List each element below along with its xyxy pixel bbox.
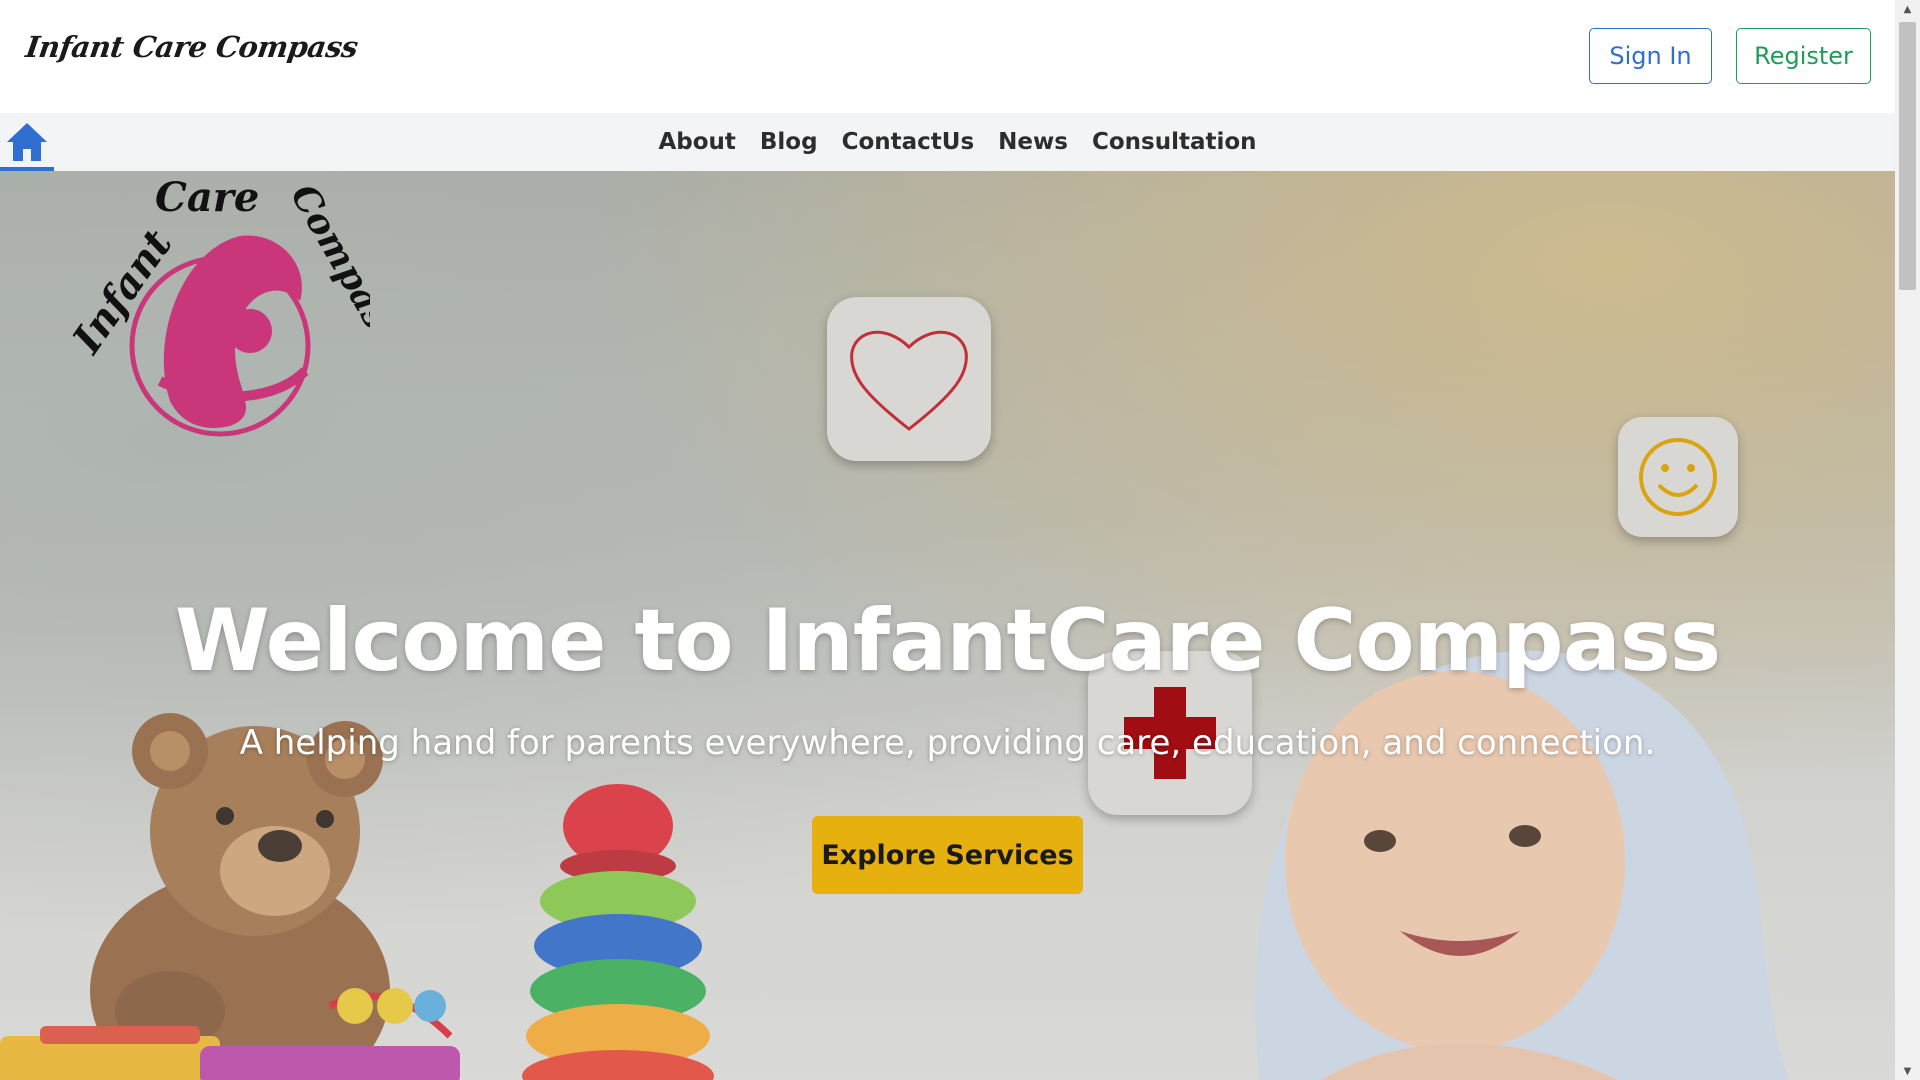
nav-about[interactable]: About (658, 129, 735, 155)
main-nav: About Blog ContactUs News Consultation (0, 113, 1895, 171)
smile-tile (1618, 417, 1738, 537)
nav-blog[interactable]: Blog (760, 129, 818, 155)
svg-text:Care: Care (155, 174, 259, 221)
heart-tile (827, 297, 991, 461)
site-header: Infant Care Compass Sign In Register (0, 0, 1895, 113)
scroll-thumb[interactable] (1899, 22, 1916, 290)
logo-script-text: Infant (63, 221, 182, 363)
page-scrollbar[interactable]: ▲ ▼ (1895, 0, 1920, 1080)
brand-emblem-logo: Infant Care Compass (63, 174, 370, 437)
smile-icon (1639, 438, 1717, 516)
scroll-up-arrow-icon[interactable]: ▲ (1895, 0, 1920, 18)
register-button[interactable]: Register (1736, 28, 1871, 84)
hero-subtitle: A helping hand for parents everywhere, p… (239, 723, 1656, 763)
sign-in-button[interactable]: Sign In (1589, 28, 1712, 84)
heart-icon (850, 330, 968, 431)
nav-contact-us[interactable]: ContactUs (842, 129, 975, 155)
nav-news[interactable]: News (998, 129, 1068, 155)
nav-consultation[interactable]: Consultation (1092, 129, 1257, 155)
hero-title: Welcome to InfantCare Compass (174, 591, 1721, 691)
hero-section: Infant Care Compass Welcome to InfantCar… (0, 171, 1895, 1080)
nav-links: About Blog ContactUs News Consultation (0, 113, 1895, 171)
scroll-down-arrow-icon[interactable]: ▼ (1895, 1062, 1920, 1080)
brand-logo-text[interactable]: Infant Care Compass (24, 30, 360, 64)
explore-services-button[interactable]: Explore Services (812, 816, 1083, 894)
